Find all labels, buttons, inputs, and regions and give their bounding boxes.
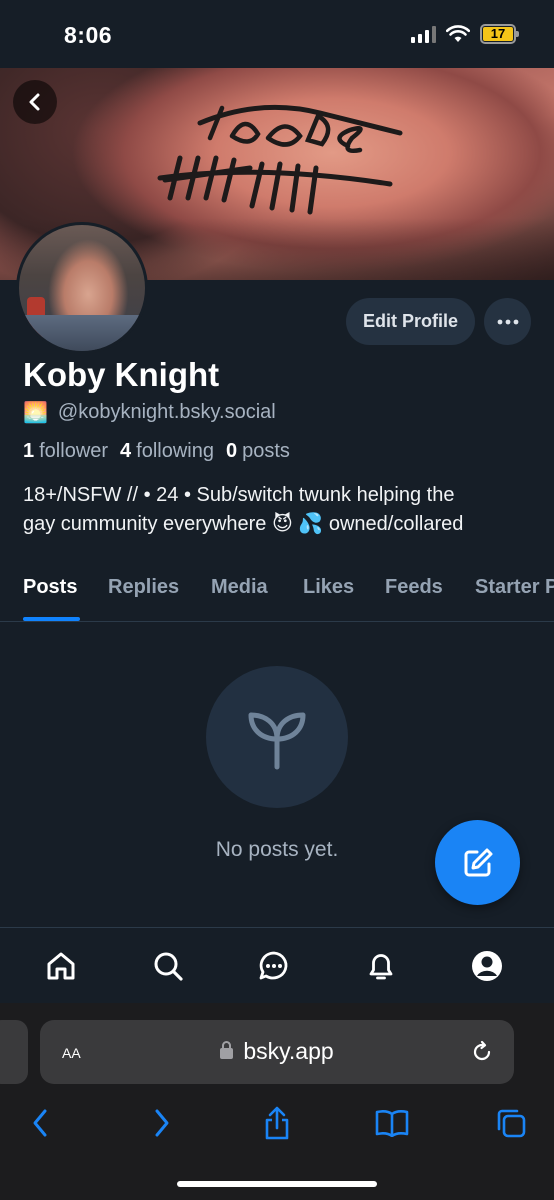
lock-icon — [220, 1041, 234, 1059]
previous-tab-stub[interactable] — [0, 1020, 28, 1084]
status-bar: 8:06 17 — [0, 0, 554, 68]
tab-likes[interactable]: Likes — [303, 576, 354, 599]
more-horizontal-icon — [497, 319, 518, 324]
display-name: Koby Knight — [23, 356, 220, 393]
active-tab-indicator — [23, 617, 80, 621]
tab-feeds[interactable]: Feeds — [385, 576, 443, 599]
profile-bio: 18+/NSFW // • 24 • Sub/switch twunk help… — [23, 481, 538, 539]
status-time: 8:06 — [64, 22, 113, 48]
chat-icon — [259, 951, 288, 980]
nav-profile[interactable] — [467, 946, 507, 986]
handle-row: 🌅 @kobyknight.bsky.social — [23, 400, 276, 425]
bio-line: 18+/NSFW // • 24 • Sub/switch twunk help… — [23, 484, 455, 506]
seedling-icon — [248, 712, 306, 770]
wifi-icon — [446, 25, 470, 42]
avatar[interactable] — [16, 222, 148, 354]
tab-posts[interactable]: Posts — [23, 576, 77, 599]
url-text: bsky.app — [243, 1038, 334, 1064]
browser-forward-button[interactable] — [141, 1103, 181, 1143]
address-bar[interactable]: AA bsky.app — [40, 1020, 514, 1084]
forward-icon — [155, 1109, 169, 1137]
bottom-nav — [0, 927, 554, 1003]
empty-state-icon-circle — [206, 666, 348, 808]
browser-back-button[interactable] — [21, 1103, 61, 1143]
share-button[interactable] — [257, 1103, 297, 1143]
status-icons: 17 — [411, 24, 519, 44]
tab-replies[interactable]: Replies — [108, 576, 179, 599]
back-button[interactable] — [13, 80, 57, 124]
nav-search[interactable] — [148, 946, 188, 986]
tab-media[interactable]: Media — [211, 576, 268, 599]
compose-button[interactable] — [435, 820, 520, 905]
search-icon — [154, 952, 183, 981]
profile-stats: 1 follower 4 following 0 posts — [23, 440, 290, 463]
chevron-left-icon — [29, 93, 40, 111]
battery-level: 17 — [483, 27, 513, 41]
profile-tabs: Posts Replies Media Likes Feeds Starter … — [0, 566, 554, 622]
share-icon — [265, 1106, 289, 1140]
more-options-button[interactable] — [484, 298, 531, 345]
edit-profile-button[interactable]: Edit Profile — [346, 298, 475, 345]
home-icon — [47, 952, 75, 980]
bookmarks-icon — [375, 1110, 409, 1137]
posts-stat: 0 posts — [226, 440, 290, 462]
tabs-icon — [497, 1109, 526, 1138]
tab-starter-packs[interactable]: Starter P — [475, 576, 554, 599]
bell-icon — [369, 954, 393, 980]
reload-icon[interactable] — [470, 1040, 494, 1064]
tabs-button[interactable] — [491, 1103, 531, 1143]
browser-chrome: AA bsky.app — [0, 1003, 554, 1200]
back-icon — [33, 1109, 47, 1137]
battery-icon: 17 — [480, 24, 519, 44]
followers-stat[interactable]: 1 follower — [23, 440, 108, 463]
compose-icon — [464, 848, 492, 876]
handle[interactable]: @kobyknight.bsky.social — [58, 401, 276, 424]
cellular-signal-icon — [411, 25, 436, 43]
bio-line: gay cummunity everywhere 😈 💦 owned/colla… — [23, 513, 464, 535]
home-indicator — [177, 1181, 377, 1187]
sunrise-icon: 🌅 — [23, 402, 48, 424]
nav-notifications[interactable] — [361, 946, 401, 986]
profile-icon — [472, 951, 502, 981]
following-stat[interactable]: 4 following — [120, 440, 214, 463]
nav-chat[interactable] — [254, 946, 294, 986]
bookmarks-button[interactable] — [372, 1103, 412, 1143]
nav-home[interactable] — [41, 946, 81, 986]
